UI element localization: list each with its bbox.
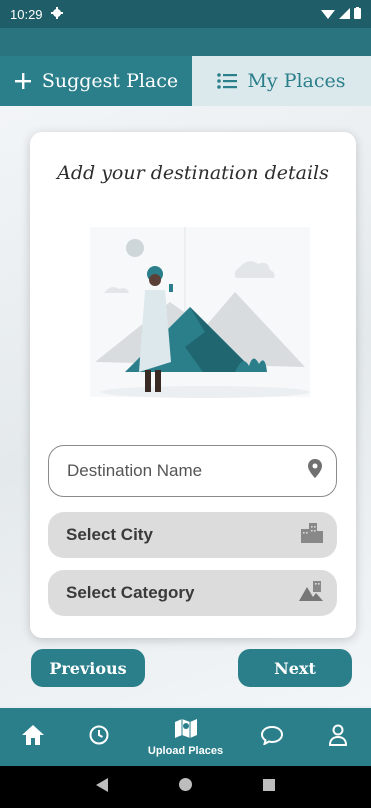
destination-name-input[interactable]: Destination Name [48, 445, 337, 497]
status-time: 10:29 [10, 6, 43, 22]
person-icon [328, 724, 348, 751]
next-button[interactable]: Next [238, 649, 352, 687]
tab-my-places-label: My Places [247, 70, 346, 92]
select-city-label: Select City [66, 525, 153, 544]
recents-square-icon[interactable] [263, 778, 276, 796]
nav-upload-places[interactable]: Upload Places [133, 708, 239, 766]
status-bar: 10:29 [0, 0, 371, 28]
nav-upload-label: Upload Places [147, 744, 224, 757]
select-category-dropdown[interactable]: Select Category [48, 570, 337, 616]
nav-home[interactable] [0, 708, 66, 766]
tab-suggest-place[interactable]: Suggest Place [0, 56, 192, 106]
signal-icon [339, 7, 350, 22]
home-icon [22, 724, 45, 750]
category-landscape-icon [299, 580, 323, 606]
select-category-label: Select Category [66, 583, 195, 602]
back-icon[interactable] [95, 777, 108, 797]
previous-button[interactable]: Previous [31, 649, 145, 687]
list-icon [217, 73, 238, 89]
tab-bar: Suggest Place My Places [0, 56, 371, 106]
tab-suggest-label: Suggest Place [41, 70, 179, 92]
bottom-navigation: Upload Places [0, 708, 371, 766]
settings-gear-icon [50, 6, 63, 22]
nav-chat[interactable] [239, 708, 305, 766]
select-city-dropdown[interactable]: Select City [48, 512, 337, 558]
chat-icon [260, 725, 283, 750]
location-pin-icon [308, 459, 322, 483]
plus-icon [14, 72, 32, 90]
home-circle-icon[interactable] [178, 778, 192, 796]
traveler-illustration [85, 222, 315, 412]
nav-profile[interactable] [305, 708, 371, 766]
wifi-icon [321, 7, 335, 22]
map-icon [174, 718, 197, 743]
app-bar [0, 28, 371, 56]
city-buildings-icon [301, 522, 323, 548]
system-navigation-bar [0, 766, 371, 808]
nav-history[interactable] [66, 708, 132, 766]
card-title: Add your destination details [57, 162, 329, 184]
battery-icon [354, 6, 361, 22]
destination-name-placeholder: Destination Name [67, 461, 203, 480]
clock-icon [89, 725, 109, 750]
destination-card: Add your destination details Destination… [30, 132, 356, 638]
tab-my-places[interactable]: My Places [192, 56, 371, 106]
